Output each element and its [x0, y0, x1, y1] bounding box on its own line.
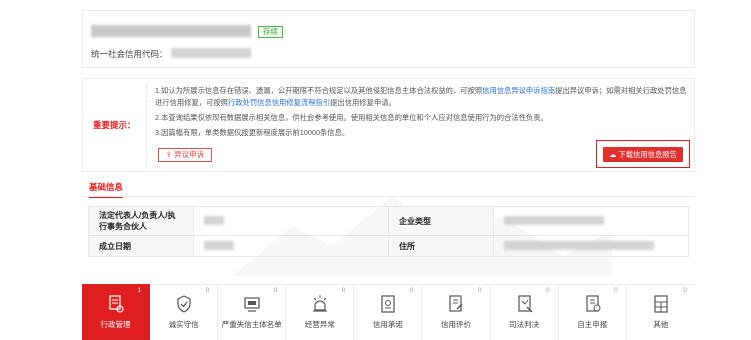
redacted-value [204, 240, 234, 250]
tab-judicial-judgment[interactable]: 0 司法判决 [490, 284, 559, 340]
tab-underline-divider [82, 196, 695, 197]
tab-label: 严重失信主体名单 [221, 320, 282, 329]
tab-count-badge: 1 [137, 287, 142, 294]
commitment-document-icon [381, 295, 395, 313]
table-row: 法定代表人/负责人/执行事务合伙人 企业类型 [88, 206, 689, 236]
credit-repair-guide-link[interactable]: 行政处罚信息信用修复流程指引 [228, 98, 330, 107]
tab-label: 信用承诺 [372, 320, 403, 329]
basic-info-section: 基础信息 法定代表人/负责人/执行事务合伙人 企业类型 成立日期 住所 [82, 176, 695, 276]
notice-line-1-text-a: 1.如认为所展示信息存在错误、遗漏，公开期限不符合规定以及其他侵犯信息主体合法权… [155, 86, 483, 95]
tab-integrity[interactable]: 0 诚实守信 [150, 284, 219, 340]
document-stamp-icon [109, 295, 124, 313]
address-value [493, 235, 689, 257]
tab-count-badge: 0 [683, 287, 687, 294]
tab-label: 行政管理 [100, 320, 131, 329]
tab-label: 信用评价 [441, 320, 472, 329]
address-label: 住所 [388, 235, 494, 257]
tab-credit-evaluation[interactable]: 0 信用评价 [422, 284, 491, 340]
basic-info-table: 法定代表人/负责人/执行事务合伙人 企业类型 成立日期 住所 [88, 206, 689, 257]
blacklist-card-icon [244, 297, 260, 312]
tab-other[interactable]: 0 其他 [626, 284, 695, 340]
tab-label: 诚实守信 [168, 320, 199, 329]
legal-rep-value [193, 206, 389, 236]
self-declare-document-icon [586, 295, 601, 312]
tab-label: 自主申报 [577, 320, 608, 329]
table-row: 成立日期 住所 [88, 235, 689, 257]
notice-line-3: 3.因篇幅有限，单类数据仅按更新程度展示前10000条信息。 [155, 128, 350, 137]
tab-count-badge: 0 [477, 287, 482, 294]
redacted-value [204, 215, 224, 225]
shield-check-icon [177, 295, 191, 313]
appeal-button-label: 异议申诉 [174, 150, 205, 159]
enterprise-type-label: 企业类型 [388, 206, 494, 236]
cloud-download-icon: ☁ [609, 150, 617, 159]
notice-divider [146, 85, 147, 167]
tab-credit-commitment[interactable]: 0 信用承诺 [354, 284, 423, 340]
credit-code-label: 统一社会信用代码： [91, 49, 168, 59]
notice-title: 重要提示： [93, 120, 136, 130]
appeal-guide-link[interactable]: 信用信息异议申诉指南 [482, 86, 555, 95]
download-report-label: 下载信用信息报告 [618, 150, 677, 159]
judgment-document-icon [517, 295, 533, 313]
established-date-value [193, 235, 389, 257]
redacted-value [504, 215, 604, 225]
download-report-highlight: ☁ 下载信用信息报告 [596, 140, 690, 168]
download-report-button[interactable]: ☁ 下载信用信息报告 [603, 147, 683, 162]
upload-icon: ⇪ [165, 150, 173, 159]
tab-label: 司法判决 [509, 320, 540, 329]
notice-text: 1.如认为所展示信息存在错误、遗漏，公开期限不符合规定以及其他侵犯信息主体合法权… [155, 85, 687, 142]
category-tabs: 1 行政管理 0 诚实守信 0 严重失信主体名单 0 经营异常 0 信用承诺 0… [82, 284, 695, 340]
enterprise-type-value [493, 206, 689, 236]
credit-code-value-redacted [171, 48, 251, 58]
notice-line-2: 2.本查询结果仅依现有数据展示相关信息，供社会参考使用。使用相关信息的单位和个人… [155, 113, 548, 122]
company-header-card: 存续 统一社会信用代码： [82, 10, 695, 68]
notice-line-1-text-c: 提出信用修复申请。 [330, 98, 396, 107]
tab-count-badge: 0 [546, 287, 550, 294]
appeal-button[interactable]: ⇪ 异议申诉 [158, 148, 212, 162]
tab-count-badge: 0 [614, 287, 618, 294]
tab-abnormal-operation[interactable]: 0 经营异常 [286, 284, 355, 340]
status-badge: 存续 [258, 26, 283, 38]
tab-administrative[interactable]: 1 行政管理 [82, 284, 151, 340]
tab-count-badge: 0 [273, 287, 278, 294]
tab-count-badge: 0 [205, 287, 210, 294]
established-date-label: 成立日期 [88, 235, 194, 257]
tab-count-badge: 0 [341, 287, 346, 294]
tab-self-declaration[interactable]: 0 自主申报 [558, 284, 627, 340]
notice-line-1: 1.如认为所展示信息存在错误、遗漏，公开期限不符合规定以及其他侵犯信息主体合法权… [155, 85, 687, 109]
tab-count-badge: 0 [409, 287, 414, 294]
evaluation-document-icon [449, 295, 463, 312]
important-notice-card: 重要提示： 1.如认为所展示信息存在错误、遗漏，公开期限不符合规定以及其他侵犯信… [82, 78, 695, 172]
tab-label: 其他 [653, 320, 669, 329]
alarm-light-icon [313, 295, 328, 312]
legal-rep-label: 法定代表人/负责人/执行事务合伙人 [88, 206, 194, 236]
company-name-redacted [91, 25, 251, 37]
grid-document-icon [654, 295, 668, 313]
tab-serious-dishonesty-list[interactable]: 0 严重失信主体名单 [218, 284, 287, 340]
tab-label: 经营异常 [304, 320, 335, 329]
redacted-value [504, 240, 654, 250]
